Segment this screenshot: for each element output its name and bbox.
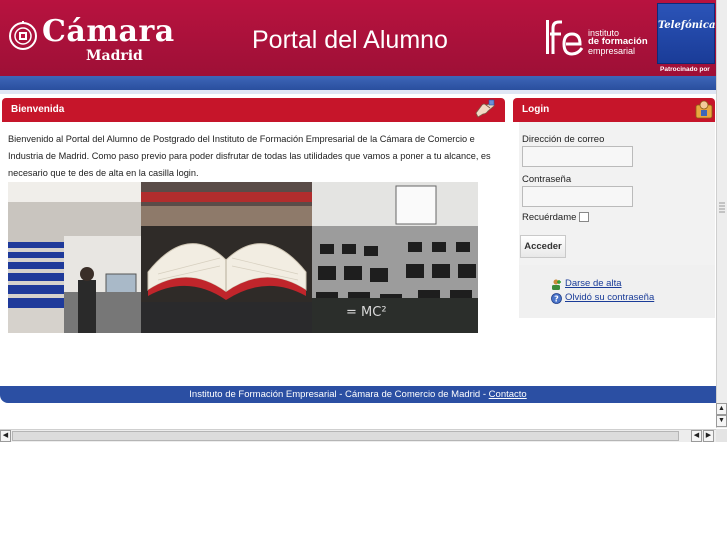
help-icon: ?	[551, 293, 562, 304]
email-label: Dirección de correo	[522, 134, 605, 145]
header-band-shade	[0, 90, 716, 94]
camara-seal-icon	[9, 21, 37, 50]
remember-checkbox[interactable]	[579, 212, 589, 222]
login-button[interactable]: Acceder	[520, 235, 566, 258]
email-field[interactable]	[522, 146, 633, 167]
contact-link[interactable]: Contacto	[489, 389, 527, 400]
welcome-panel-title: Bienvenida	[11, 104, 65, 115]
welcome-hand-icon	[475, 99, 495, 118]
welcome-panel-body: Bienvenido al Portal del Alumno de Postg…	[2, 122, 505, 347]
svg-text:?: ?	[554, 294, 559, 303]
ife-text-line3: empresarial	[588, 46, 636, 56]
site-footer: Instituto de Formación Empresarial - Cám…	[0, 386, 716, 403]
register-link[interactable]: Darse de alta	[565, 278, 622, 289]
ife-logo[interactable]: instituto de formación empresarial	[544, 18, 654, 58]
login-person-icon	[695, 100, 713, 119]
forgot-password-link[interactable]: Olvidó su contraseña	[565, 292, 654, 303]
horizontal-scrollbar[interactable]: ◀ ◀ ▶	[0, 429, 716, 442]
page-title: Portal del Alumno	[252, 26, 448, 54]
scroll-grip-icon	[719, 202, 725, 213]
login-panel-title: Login	[522, 104, 550, 115]
ife-logo-icon	[546, 20, 584, 56]
login-panel-header: Login	[513, 98, 715, 122]
scrollbar-corner	[716, 429, 727, 442]
login-form: Dirección de correo Contraseña Recuérdam…	[519, 122, 715, 265]
remember-label: Recuérdame	[522, 212, 577, 223]
sponsor-caption: Patrocinado por	[660, 66, 710, 73]
add-user-icon	[552, 279, 561, 290]
password-field[interactable]	[522, 186, 633, 207]
sponsor-logo-box[interactable]: Telefónica	[657, 3, 715, 64]
login-links: Darse de alta ? Olvidó su contraseña	[519, 265, 715, 318]
camara-logo[interactable]: Cámara Madrid	[8, 14, 174, 68]
scroll-left-button-2[interactable]: ◀	[691, 430, 702, 442]
blackboard-formula: = MC²	[346, 305, 387, 320]
camara-city: Madrid	[86, 48, 143, 64]
footer-text: Instituto de Formación Empresarial - Cám…	[189, 389, 489, 400]
classroom-photo-collage: = MC²	[8, 182, 478, 333]
password-label: Contraseña	[522, 174, 572, 185]
scroll-up-button[interactable]: ▲	[716, 403, 727, 415]
camara-wordmark: Cámara	[42, 14, 175, 49]
scroll-left-button[interactable]: ◀	[0, 430, 11, 442]
header-band	[0, 76, 716, 90]
browser-viewport: Cámara Madrid Portal del Alumno institut…	[0, 0, 727, 545]
vertical-scrollbar[interactable]: ▲ ▼	[716, 0, 727, 428]
horizontal-scroll-thumb[interactable]	[12, 431, 679, 441]
welcome-text: Bienvenido al Portal del Alumno de Postg…	[8, 134, 491, 178]
scroll-right-button[interactable]: ▶	[703, 430, 714, 442]
site-header: Cámara Madrid Portal del Alumno institut…	[0, 0, 716, 76]
scroll-down-button[interactable]: ▼	[716, 415, 727, 427]
welcome-panel-header: Bienvenida	[2, 98, 505, 122]
sponsor-logo: Telefónica	[658, 20, 716, 31]
